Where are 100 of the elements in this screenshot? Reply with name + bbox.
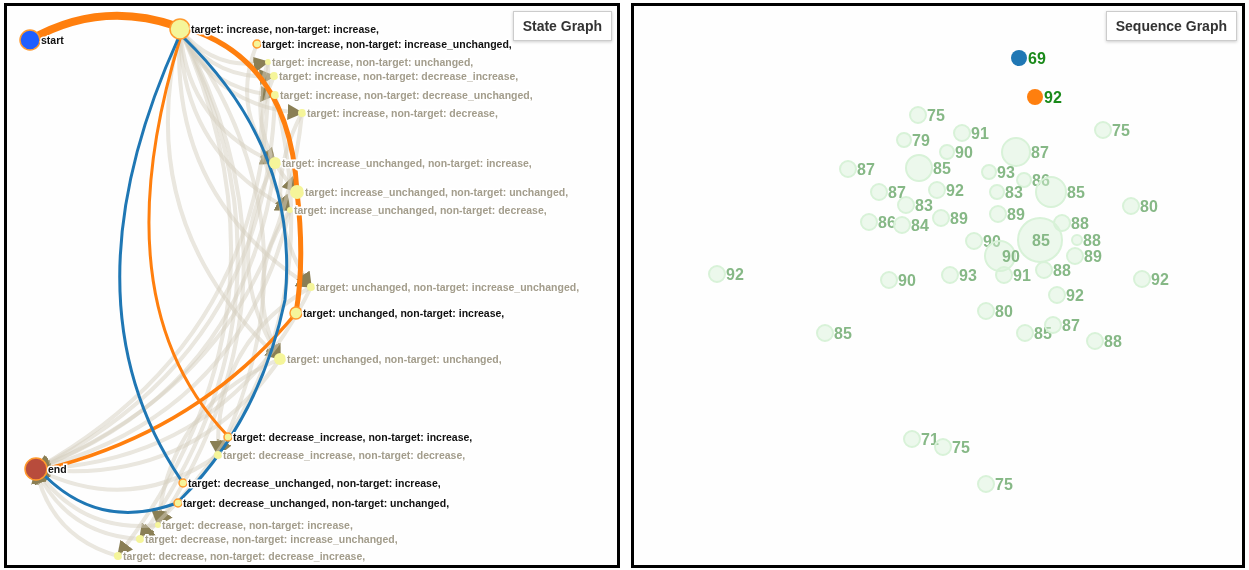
sequence-score: 88 [1053,262,1071,279]
graph-node[interactable] [155,522,161,528]
graph-node[interactable] [289,306,303,320]
node-label: target: unchanged, non-target: increase_unchanged, [316,281,580,293]
sequence-score: 87 [857,161,875,178]
sequence-dot[interactable] [905,154,933,182]
sequence-dot[interactable] [708,265,726,283]
node-label: target: increase_unchanged, non-target: unchanged, [305,186,569,198]
sequence-score: 88 [1071,215,1089,232]
graph-node[interactable] [307,283,315,291]
sequence-score: 90 [898,272,916,289]
sequence-dot[interactable] [941,266,959,284]
node-label: target: increase, non-target: decrease_unchanged, [280,89,533,101]
sequence-score: 69 [1028,50,1046,67]
sequence-dot[interactable] [1133,270,1151,288]
sequence-dot[interactable] [1071,234,1083,246]
graph-node[interactable] [214,451,222,459]
sequence-dot[interactable] [1027,89,1043,105]
sequence-score: 75 [995,476,1013,493]
sequence-dot[interactable] [989,184,1005,200]
sequence-dot[interactable] [928,181,946,199]
sequence-score: 87 [888,184,906,201]
sequence-dot[interactable] [870,183,888,201]
sequence-dot[interactable] [1016,324,1034,342]
sequence-dot[interactable] [897,196,915,214]
node-label: target: decrease_increase, non-target: decrease, [223,449,466,461]
sequence-score: 90 [1002,248,1020,265]
sequence-score: 89 [950,210,968,227]
sequence-score: 75 [952,439,970,456]
sequence-dot[interactable] [903,430,921,448]
sequence-dot[interactable] [896,132,912,148]
sequence-dot[interactable] [995,266,1013,284]
sequence-score: 75 [1112,122,1130,139]
sequence-score: 89 [1007,206,1025,223]
sequence-score: 85 [834,325,852,342]
sequence-dot[interactable] [1086,332,1104,350]
sequence-dot[interactable] [939,144,955,160]
graph-node[interactable] [136,535,144,543]
sequence-score: 80 [995,303,1013,320]
sequence-dot[interactable] [1053,214,1071,232]
node-label: target: unchanged, non-target: increase, [303,307,505,319]
sequence-score: 89 [1084,248,1102,265]
node-label: target: decrease, non-target: increase, [162,519,353,531]
node-label: target: decrease_increase, non-target: increase, [233,431,473,443]
sequence-dot[interactable] [1122,197,1140,215]
sequence-score: 79 [912,132,930,149]
sequence-dot[interactable] [1011,50,1027,66]
graph-node[interactable] [271,91,279,99]
sequence-score: 71 [921,431,939,448]
sequence-score: 85 [1034,325,1052,342]
sequence-score: 92 [1066,287,1084,304]
graph-node[interactable] [269,157,281,169]
sequence-score: 84 [911,217,929,234]
graph-node[interactable] [290,185,304,199]
graph-node[interactable] [114,552,122,560]
sequence-dot[interactable] [977,302,995,320]
sequence-dot[interactable] [989,205,1007,223]
sequence-dot[interactable] [953,124,971,142]
node-label: target: increase, non-target: unchanged, [272,56,474,68]
sequence-dot[interactable] [839,160,857,178]
node-label: target: increase, non-target: increase, [191,23,379,35]
graph-node[interactable] [169,18,191,40]
sequence-dot[interactable] [1066,247,1084,265]
sequence-dot[interactable] [1001,137,1031,167]
sequence-score: 92 [726,266,744,283]
node-label: target: decrease, non-target: increase_unchanged, [145,533,398,545]
sequence-score: 87 [1062,317,1080,334]
sequence-score: 91 [1013,267,1031,284]
sequence-dot[interactable] [909,106,927,124]
sequence-score: 85 [1032,232,1050,249]
sequence-score: 92 [1151,271,1169,288]
graph-node[interactable] [265,59,271,65]
graph-node[interactable] [178,478,188,488]
sequence-dot[interactable] [981,164,997,180]
sequence-score: 83 [915,197,933,214]
sequence-dot[interactable] [1016,172,1032,188]
sequence-score: 90 [955,144,973,161]
sequence-dot[interactable] [965,232,983,250]
graph-node[interactable] [252,39,262,49]
graph-node[interactable] [19,29,41,51]
sequence-score: 87 [1031,144,1049,161]
sequence-dot[interactable] [1048,286,1066,304]
sequence-dot[interactable] [1035,261,1053,279]
graph-node[interactable] [287,207,293,213]
graph-node[interactable] [270,72,278,80]
sequence-score: 88 [1104,333,1122,350]
graph-node[interactable] [274,353,286,365]
sequence-score: 85 [933,160,951,177]
sequence-dot[interactable] [816,324,834,342]
graph-node[interactable] [24,457,48,481]
graph-node[interactable] [298,109,306,117]
graph-node[interactable] [223,432,233,442]
graph-node[interactable] [173,498,183,508]
sequence-dot[interactable] [977,475,995,493]
sequence-score: 85 [1067,184,1085,201]
sequence-score: 92 [946,182,964,199]
sequence-dot[interactable] [1094,121,1112,139]
sequence-dot[interactable] [880,271,898,289]
sequence-dot[interactable] [860,213,878,231]
sequence-dot[interactable] [932,209,950,227]
